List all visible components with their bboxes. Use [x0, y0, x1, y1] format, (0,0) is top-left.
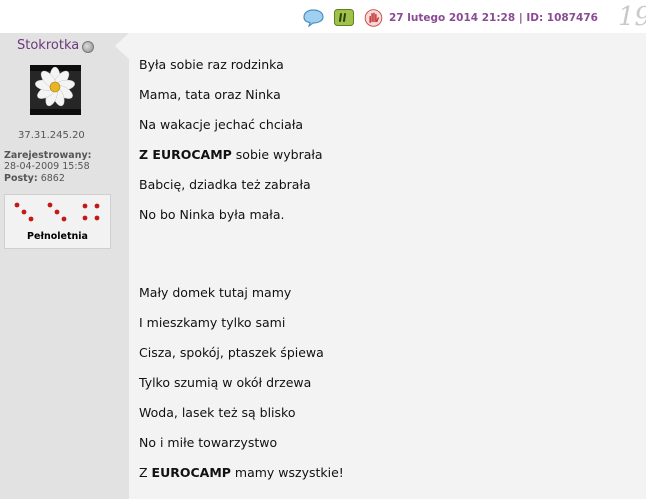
poem-line: Mama, tata oraz Ninka [139, 87, 281, 102]
daisy-avatar-image [30, 65, 81, 115]
poem-line: Z EUROCAMP sobie wybrała [139, 147, 323, 162]
line-text: mamy wszystkie! [230, 465, 344, 480]
username-link[interactable]: Stokrotka [17, 38, 79, 53]
line-text: sobie wybrała [231, 147, 323, 162]
speech-bubble-icon[interactable] [301, 9, 325, 27]
quote-icon[interactable] [334, 9, 354, 26]
post-meta: 27 lutego 2014 21:28 | ID: 1087476 [389, 12, 598, 24]
report-hand-icon[interactable] [364, 9, 383, 27]
rank-box: Pełnoletnia [4, 194, 111, 249]
poem-line: Babcię, dziadka też zabrała [139, 177, 311, 192]
offline-status-icon [82, 41, 94, 53]
poem-line: No i miłe towarzystwo [139, 435, 278, 450]
poem-line: Tylko szumią w okół drzewa [139, 375, 312, 390]
poem-line: Woda, lasek też są blisko [139, 405, 296, 420]
meta-separator: | [518, 12, 523, 24]
line-prefix: Z [139, 465, 152, 480]
speech-tail [115, 33, 129, 59]
bold-text: Z EUROCAMP [139, 147, 232, 162]
dice-three-icon [47, 202, 67, 222]
dice-three-icon [14, 202, 34, 222]
registered-label: Zarejestrowany: [4, 150, 92, 161]
registered-date: 28-04-2009 15:58 [4, 161, 90, 172]
poem-line: Cisza, spokój, ptaszek śpiewa [139, 345, 324, 360]
posts-count: Posty: 6862 [4, 173, 65, 184]
posts-label: Posty: [4, 173, 38, 184]
poem-line: No bo Ninka była mała. [139, 207, 285, 222]
poem-line: Z EUROCAMP mamy wszystkie! [139, 465, 344, 480]
poem-line: I mieszkamy tylko sami [139, 315, 286, 330]
rank-label: Pełnoletnia [27, 231, 88, 242]
post-header: 27 lutego 2014 21:28 | ID: 1087476 19 [0, 0, 646, 33]
poem-line: Na wakacje jechać chciała [139, 117, 304, 132]
posts-value: 6862 [40, 173, 65, 184]
post-number[interactable]: 19 [618, 2, 646, 32]
poem-line: Była sobie raz rodzinka [139, 57, 284, 72]
post-id[interactable]: ID: 1087476 [526, 12, 598, 24]
post-date: 27 lutego 2014 21:28 [389, 12, 516, 24]
user-ip: 37.31.245.20 [18, 130, 85, 141]
dice-four-icon [82, 203, 100, 221]
poem-line: Mały domek tutaj mamy [139, 285, 292, 300]
bold-text: EUROCAMP [151, 465, 231, 480]
user-sidebar: Stokrotka 37.31.245.20 Zarejestrowany: 2… [0, 33, 129, 499]
avatar[interactable] [30, 65, 81, 115]
post-content: Była sobie raz rodzinka Mama, tata oraz … [129, 33, 646, 499]
